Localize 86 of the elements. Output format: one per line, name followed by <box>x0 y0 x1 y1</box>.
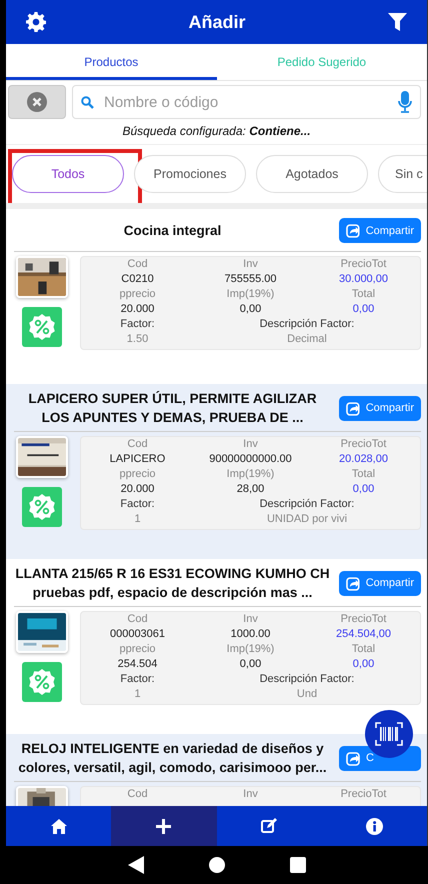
detail-text: Factor: <box>119 317 156 332</box>
detail-text: Descripción Factor: <box>258 317 356 332</box>
detail-text: 1 <box>133 687 142 702</box>
home-circle-icon[interactable] <box>208 857 225 873</box>
detail-text: 90000000000.00 <box>208 452 293 467</box>
recent-apps-icon[interactable] <box>290 857 306 873</box>
detail-text: 20.000 <box>120 302 156 317</box>
detail-text: Descripción Factor: <box>258 497 356 512</box>
detail-text: 254.504 <box>116 657 158 672</box>
detail-text: Total <box>350 467 376 482</box>
detail-text: 755555.00 <box>224 272 278 287</box>
home-icon <box>50 818 67 834</box>
detail-text: Inv <box>242 787 259 802</box>
detail-text: 20.000 <box>120 482 156 497</box>
product-title: LAPICERO SUPER ÚTIL, PERMITE AGILIZAR LOS APUNTES Y DEMAS, PRUEBA DE ... <box>27 390 318 427</box>
detail-text: Inv <box>242 257 259 272</box>
product-title: Cocina integral <box>122 222 222 240</box>
detail-text: Imp(19%) <box>226 467 276 482</box>
microphone-icon[interactable] <box>398 91 412 113</box>
detail-text: 254.504,00 <box>334 627 392 642</box>
filter-button[interactable] <box>388 13 407 31</box>
detail-text: UNIDAD por vivi <box>266 512 348 527</box>
info-icon <box>366 818 383 834</box>
detail-text: C0210 <box>120 272 155 287</box>
search-mode-text: Búsqueda configurada: Contiene... <box>6 119 427 145</box>
settings-icon <box>26 12 46 32</box>
filter-chip[interactable]: Sin c <box>378 155 427 193</box>
detail-text: pprecio <box>118 467 157 482</box>
detail-text: Descripción Factor: <box>258 672 356 687</box>
detail-text: Cod <box>126 437 149 452</box>
detail-text: Inv <box>242 612 259 627</box>
detail-text: Decimal <box>286 332 328 347</box>
barcode-icon <box>375 722 403 746</box>
detail-text: Total <box>350 642 376 657</box>
detail-text: Cod <box>126 612 149 627</box>
filter-chip[interactable]: Todos <box>12 155 124 193</box>
share-button[interactable]: Compartir <box>339 570 421 596</box>
detail-text: 0,00 <box>352 302 376 317</box>
search-input[interactable]: Nombre o código <box>102 92 390 112</box>
detail-text: pprecio <box>118 642 157 657</box>
detail-text: PrecioTot <box>340 437 388 452</box>
detail-text: 30.000,00 <box>338 272 389 287</box>
detail-text: 1000.00 <box>230 627 272 642</box>
detail-text: LAPICERO <box>108 452 166 467</box>
detail-text: Cod <box>126 787 149 802</box>
detail-text: 1.50 <box>126 332 150 347</box>
product-title: LLANTA 215/65 R 16 ES31 ECOWING KUMHO CH pruebas pdf, espacio de descripción mas ... <box>14 565 331 602</box>
detail-text: Und <box>296 687 318 702</box>
detail-text: 0,00 <box>352 482 376 497</box>
detail-text: 1 <box>133 512 142 527</box>
detail-text: 0,00 <box>238 302 262 317</box>
detail-text: PrecioTot <box>340 787 388 802</box>
plus-icon <box>156 818 172 834</box>
detail-text: Imp(19%) <box>226 287 276 302</box>
share-icon <box>346 576 361 590</box>
detail-text: Inv <box>242 437 259 452</box>
share-icon <box>346 400 361 416</box>
detail-text: 000003061 <box>108 627 166 642</box>
detail-text: pprecio <box>118 287 157 302</box>
share-button[interactable]: Compartir <box>339 396 421 420</box>
detail-text: Cod <box>126 257 149 272</box>
detail-text: Factor: <box>119 497 156 512</box>
page-title: Añadir <box>188 12 246 32</box>
detail-text: 28,00 <box>236 482 266 497</box>
clear-button[interactable] <box>8 85 66 119</box>
settings-button[interactable] <box>26 12 46 32</box>
detail-text: Total <box>350 287 376 302</box>
detail-text: Factor: <box>119 672 156 687</box>
detail-text: 0,00 <box>352 657 376 672</box>
detail-text: PrecioTot <box>340 612 388 627</box>
detail-text: 0,00 <box>238 657 262 672</box>
share-button[interactable]: Compartir <box>339 218 421 243</box>
detail-text: PrecioTot <box>340 257 388 272</box>
close-icon <box>27 92 47 112</box>
detail-text: 20.028,00 <box>338 452 389 467</box>
share-icon <box>346 750 361 766</box>
filter-icon <box>388 13 407 31</box>
share-icon <box>346 223 361 238</box>
search-icon <box>81 96 94 108</box>
back-icon[interactable] <box>128 856 144 874</box>
product-title: RELOJ INTELIGENTE en variedad de diseños y colores, versatil, agil, comodo, carisimooo per... <box>17 740 328 777</box>
detail-text: Imp(19%) <box>226 642 276 657</box>
edit-icon <box>261 818 278 834</box>
filter-chip[interactable]: Promociones <box>134 155 246 193</box>
filter-chip[interactable]: Agotados <box>256 155 368 193</box>
search-box[interactable]: Nombre o código <box>72 85 421 119</box>
